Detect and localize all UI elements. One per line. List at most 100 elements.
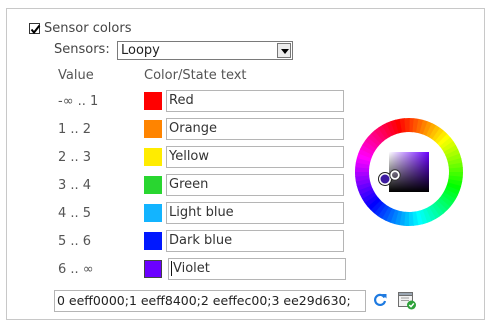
range-label: -∞ .. 1	[58, 94, 99, 109]
state-text-value: Yellow	[169, 149, 210, 164]
state-text-value: Red	[169, 93, 194, 108]
hue-ring-segment	[428, 125, 441, 140]
hue-ring-segment	[443, 145, 459, 156]
hue-ring-segment	[422, 121, 433, 137]
state-text-value: Orange	[169, 121, 218, 136]
hue-ring-segment	[447, 158, 463, 166]
hue-ring-segment	[361, 191, 377, 203]
hue-ring-segment	[446, 153, 462, 163]
hue-ring-segment	[431, 202, 444, 217]
state-text-input[interactable]: Yellow	[166, 146, 344, 168]
save-icon[interactable]	[397, 290, 417, 310]
hue-ring-segment	[367, 197, 381, 211]
hue-ring-segment	[356, 181, 372, 191]
hue-ring-segment	[356, 152, 372, 162]
hue-ring-segment	[364, 194, 379, 207]
hue-ring-segment	[448, 162, 463, 170]
hue-ring-segment	[415, 118, 424, 134]
color-swatch[interactable]	[144, 232, 162, 250]
hue-ring-segment	[441, 191, 456, 204]
hue-ring-segment	[390, 119, 400, 135]
color-swatch[interactable]	[144, 92, 162, 110]
color-swatch[interactable]	[144, 176, 162, 194]
sensor-colors-checkbox[interactable]	[29, 23, 41, 35]
hue-ring-segment	[441, 141, 457, 153]
refresh-icon[interactable]	[372, 292, 388, 308]
color-string-input[interactable]: 0 eeff0000;1 eeff8400;2 eeffec00;3 ee29d…	[54, 290, 366, 312]
section-title: Sensor colors	[44, 21, 132, 36]
range-label: 6 .. ∞	[58, 262, 94, 277]
color-swatch[interactable]	[144, 260, 162, 278]
hue-ring-segment	[437, 133, 451, 147]
hue-ring-segment	[373, 202, 387, 217]
hue-ring-segment	[355, 174, 370, 182]
hue-ring-segment	[445, 149, 460, 159]
range-label: 2 .. 3	[58, 150, 92, 165]
hue-ring-segment	[370, 199, 384, 214]
hue-ring-segment	[428, 204, 440, 220]
state-text-value: Dark blue	[169, 233, 233, 248]
hue-ring-segment	[439, 194, 454, 208]
hue-ring-segment	[439, 137, 454, 150]
state-text-input[interactable]: Light blue	[166, 202, 344, 224]
color-swatch[interactable]	[144, 148, 162, 166]
checkmark-icon	[30, 24, 41, 35]
hue-ring-segment	[418, 209, 428, 225]
range-label: 1 .. 2	[58, 122, 92, 137]
hue-ring-segment	[436, 197, 451, 211]
state-text-input[interactable]: Violet	[168, 258, 346, 280]
chevron-down-icon[interactable]	[277, 43, 291, 58]
hue-ring-segment	[355, 178, 371, 186]
state-text-value: Light blue	[169, 205, 234, 220]
range-label: 5 .. 6	[58, 234, 92, 249]
hue-ring-segment	[367, 133, 382, 147]
hue-ring-segment	[434, 130, 448, 145]
hue-ring-segment	[412, 118, 420, 133]
hue-ring-segment	[394, 210, 403, 226]
hue-ring-segment	[446, 182, 462, 192]
hue-ring-segment	[386, 121, 396, 136]
hue-ring-segment	[422, 208, 432, 223]
state-text-input[interactable]: Green	[166, 174, 344, 196]
sensors-select[interactable]: Loopy	[117, 41, 293, 60]
hue-ring-segment	[448, 175, 463, 183]
hue-ring-segment	[425, 206, 436, 222]
hue-ring-segment	[444, 185, 460, 196]
hue-ring-segment	[399, 118, 407, 133]
hue-ring-segment	[389, 209, 399, 225]
color-swatch[interactable]	[144, 204, 162, 222]
hue-ring-segment	[374, 127, 387, 142]
hue-ring-segment	[360, 144, 375, 156]
hue-ring-segment	[377, 204, 390, 219]
hue-ring-segment	[425, 123, 437, 138]
state-text-input[interactable]: Orange	[166, 118, 344, 140]
hue-ring-segment	[364, 136, 379, 150]
hue-ring-segment	[355, 157, 371, 166]
state-text-input[interactable]: Red	[166, 90, 344, 112]
hue-ring-segment	[381, 206, 393, 221]
hue-ring-segment	[411, 211, 419, 226]
state-text-value: Green	[169, 177, 209, 192]
hue-ring-segment	[434, 200, 448, 214]
state-text-input[interactable]: Dark blue	[166, 230, 344, 252]
color-column-header: Color/State text	[144, 68, 247, 83]
hue-ring-segment	[385, 207, 396, 223]
hue-ring-segment	[415, 210, 423, 226]
hue-ring-segment	[359, 188, 375, 199]
hue-handle[interactable]	[378, 172, 392, 186]
hue-ring-segment	[419, 119, 429, 135]
value-column-header: Value	[58, 68, 94, 83]
hue-ring-segment	[395, 118, 403, 134]
hue-ring-segment	[443, 188, 458, 200]
hue-ring-segment	[362, 140, 377, 153]
sensors-label: Sensors:	[54, 42, 110, 57]
color-swatch[interactable]	[144, 120, 162, 138]
hue-ring-segment	[398, 211, 406, 226]
color-wheel-picker[interactable]	[353, 116, 465, 228]
hue-ring-segment	[355, 161, 370, 169]
sensors-selected-value: Loopy	[121, 43, 160, 58]
hue-ring-segment	[378, 124, 390, 140]
range-label: 3 .. 4	[58, 178, 92, 193]
range-label: 4 .. 5	[58, 206, 92, 221]
hue-ring-segment	[370, 130, 384, 144]
